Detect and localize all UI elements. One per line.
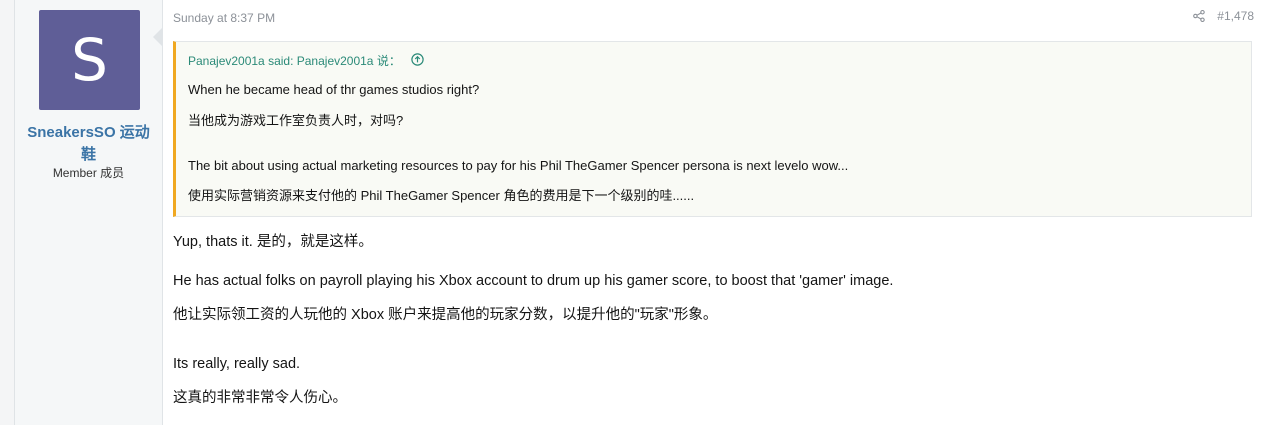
quote-header[interactable]: Panajev2001a said: Panajev2001a 说： bbox=[188, 52, 424, 69]
user-sidebar: S SneakersSO 运动鞋 Member 成员 bbox=[15, 0, 163, 425]
post-number-link[interactable]: #1,478 bbox=[1217, 9, 1254, 23]
quote-author[interactable]: Panajev2001a said: Panajev2001a 说： bbox=[188, 52, 401, 69]
quote-line: 使用实际营销资源来支付他的 Phil TheGamer Spencer 角色的费… bbox=[188, 188, 695, 203]
post-body-line: Yup, thats it. 是的，就是这样。 bbox=[173, 234, 373, 250]
post-body-line: He has actual folks on payroll playing h… bbox=[173, 273, 894, 289]
quote-line: When he became head of thr games studios… bbox=[188, 82, 480, 97]
avatar-letter: S bbox=[71, 26, 108, 94]
avatar[interactable]: S bbox=[39, 10, 140, 110]
quote-line: The bit about using actual marketing res… bbox=[188, 158, 849, 173]
user-arrow bbox=[153, 28, 162, 46]
post-body-line: 他让实际领工资的人玩他的 Xbox 账户来提高他的玩家分数，以提升他的"玩家"形… bbox=[173, 307, 718, 323]
quote-block: Panajev2001a said: Panajev2001a 说： When … bbox=[173, 41, 1252, 217]
post-timestamp[interactable]: Sunday at 8:37 PM bbox=[173, 11, 275, 25]
quote-jump-icon[interactable] bbox=[411, 52, 424, 69]
quote-line: 当他成为游戏工作室负责人时，对吗? bbox=[188, 113, 404, 128]
post-body-line: 这真的非常非常令人伤心。 bbox=[173, 390, 347, 406]
post-body-line: Its really, really sad. bbox=[173, 356, 301, 372]
username-link[interactable]: SneakersSO 运动鞋 bbox=[23, 122, 154, 166]
user-title: Member 成员 bbox=[52, 166, 125, 180]
share-icon[interactable] bbox=[1193, 10, 1206, 22]
post-actions: #1,478 bbox=[1193, 9, 1254, 23]
message-post: S SneakersSO 运动鞋 Member 成员 Sunday at 8:3… bbox=[14, 0, 1264, 425]
